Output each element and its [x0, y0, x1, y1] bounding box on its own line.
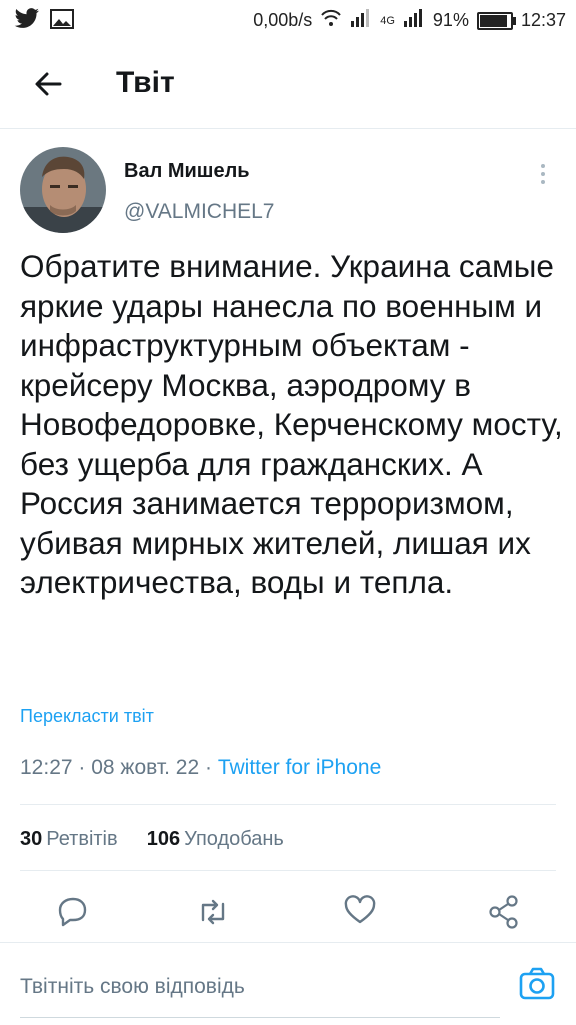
- share-icon[interactable]: [484, 888, 524, 936]
- meta-separator: ·: [72, 756, 92, 779]
- retweet-icon[interactable]: [193, 888, 233, 936]
- reply-input-underline: [20, 1017, 500, 1018]
- tweet-actions: [0, 888, 576, 936]
- tweet-time: 12:27: [20, 756, 73, 779]
- likes-label: Уподобань: [184, 828, 284, 850]
- more-vertical-icon[interactable]: [536, 160, 550, 188]
- clock: 12:37: [520, 10, 566, 30]
- divider: [20, 870, 556, 871]
- back-arrow-icon[interactable]: [30, 66, 66, 102]
- like-icon[interactable]: [340, 888, 380, 936]
- avatar[interactable]: [20, 147, 106, 233]
- battery-percent: 91%: [432, 10, 469, 30]
- page-title: Твіт: [116, 66, 175, 99]
- reply-input[interactable]: Твітніть свою відповідь: [20, 975, 245, 999]
- author-name[interactable]: Вал Мишель: [124, 160, 250, 183]
- status-bar: 0,00b/s 4G 91% 12:37: [0, 0, 576, 40]
- network-speed: 0,00b/s: [253, 10, 313, 30]
- retweets-label: Ретвітів: [46, 828, 118, 850]
- reply-composer: Твітніть свою відповідь: [0, 942, 576, 1025]
- divider: [20, 804, 556, 805]
- gallery-icon: [50, 9, 74, 34]
- tweet-date: 08 жовт. 22: [91, 756, 200, 779]
- battery-icon: [476, 11, 516, 30]
- translate-tweet-link[interactable]: Перекласти твіт: [20, 706, 154, 727]
- top-app-bar: Твіт: [0, 40, 576, 129]
- camera-icon[interactable]: [518, 965, 556, 1003]
- tweet-source[interactable]: Twitter for iPhone: [218, 756, 381, 779]
- battery-fill: [479, 14, 508, 27]
- likes-count: 106: [146, 828, 181, 850]
- likes-stat[interactable]: 106 Уподобань: [147, 828, 284, 850]
- wifi-icon: [320, 8, 342, 33]
- signal-icon: [403, 9, 425, 32]
- tweet-stats: 30 Ретвітів 106 Уподобань: [20, 828, 284, 851]
- retweets-count: 30: [20, 828, 43, 850]
- author-handle[interactable]: @VALMICHEL7: [124, 200, 274, 224]
- tweet-meta: 12:27 · 08 жовт. 22 · Twitter for iPhone: [20, 756, 381, 780]
- network-type: 4G: [380, 14, 395, 27]
- signal-icon: [350, 9, 372, 32]
- tweet-text: Обратите внимание. Украина самые яркие у…: [20, 248, 563, 600]
- reply-icon[interactable]: [52, 888, 92, 936]
- meta-separator: ·: [199, 756, 218, 779]
- retweets-stat[interactable]: 30 Ретвітів: [20, 828, 118, 850]
- twitter-icon: [14, 8, 40, 35]
